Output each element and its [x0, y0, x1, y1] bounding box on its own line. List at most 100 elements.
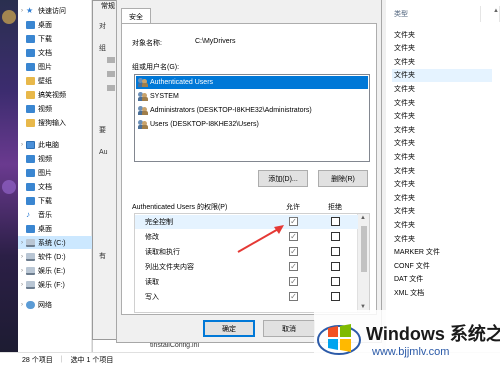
deny-column-header: 拒绝	[328, 204, 342, 211]
group-item-authenticated-users[interactable]: Authenticated Users	[136, 76, 368, 89]
sidebar-item-label: 搜狗输入	[38, 119, 66, 127]
sidebar-item[interactable]: 下载	[18, 32, 92, 45]
sidebar-item[interactable]: › 娱乐 (F:)	[18, 278, 92, 291]
sidebar-item[interactable]: 搜狗输入	[18, 116, 92, 129]
sidebar-item[interactable]: 视频	[18, 152, 92, 165]
sidebar-item[interactable]: › 此电脑	[18, 138, 92, 151]
chevron-right-icon[interactable]: ›	[18, 282, 26, 288]
column-header-extra[interactable]: ▲	[480, 6, 500, 22]
object-label-fragment: 对	[99, 23, 106, 30]
sidebar-item[interactable]: ♪ 音乐	[18, 208, 92, 221]
remove-button[interactable]: 删除(R)	[318, 170, 368, 187]
allow-checkbox[interactable]: ✓	[289, 247, 298, 256]
drive-icon	[26, 280, 35, 289]
file-type-cell[interactable]: 文件夹	[392, 191, 492, 204]
group-item-system[interactable]: SYSTEM	[136, 90, 368, 103]
permission-label: 读取	[145, 279, 159, 286]
deny-checkbox[interactable]	[331, 277, 340, 286]
chevron-right-icon[interactable]: ›	[18, 8, 26, 14]
file-type-cell[interactable]: CONF 文件	[392, 259, 492, 272]
file-type-cell[interactable]: 文件夹	[392, 150, 492, 163]
file-type-cell[interactable]: 文件夹	[392, 42, 492, 55]
chevron-right-icon[interactable]: ›	[18, 142, 26, 148]
sidebar-item[interactable]: 下载	[18, 194, 92, 207]
sidebar-item[interactable]: 图片	[18, 60, 92, 73]
file-type-cell[interactable]: 文件夹	[392, 55, 492, 68]
desktop-icon	[26, 20, 35, 29]
file-type-cell[interactable]: 文件夹	[392, 82, 492, 95]
sidebar-item[interactable]: 桌面	[18, 18, 92, 31]
cancel-button[interactable]: 取消	[263, 320, 315, 337]
watermark-title: Windows 系统之家	[366, 324, 500, 344]
tab-security-label: 安全	[129, 13, 143, 21]
allow-checkbox[interactable]: ✓	[289, 262, 298, 271]
chevron-right-icon[interactable]: ›	[18, 302, 26, 308]
deny-checkbox[interactable]	[331, 232, 340, 241]
permissions-scrollbar[interactable]: ▲ ▼	[357, 214, 369, 312]
scrollbar-thumb[interactable]	[361, 226, 367, 272]
allow-checkbox[interactable]: ✓	[289, 232, 298, 241]
download-icon	[26, 34, 35, 43]
group-item-users[interactable]: Users (DESKTOP-I8KHE32\Users)	[136, 118, 368, 131]
sidebar-item[interactable]: 视频	[18, 102, 92, 115]
sidebar-item[interactable]: › 系统 (C:)	[18, 236, 92, 249]
watermark-logo: Windows 系统之家 www.bjjmlv.com	[314, 310, 500, 366]
allow-checkbox[interactable]: ✓	[289, 217, 298, 226]
sidebar-item[interactable]: 文档	[18, 46, 92, 59]
music-icon: ♪	[26, 209, 30, 219]
sidebar-item[interactable]: 图片	[18, 166, 92, 179]
file-type-cell[interactable]: 文件夹	[392, 164, 492, 177]
scroll-up-icon[interactable]: ▲	[360, 215, 366, 221]
deny-checkbox[interactable]	[331, 247, 340, 256]
file-type-cell[interactable]: 文件夹	[392, 178, 492, 191]
deny-checkbox[interactable]	[331, 217, 340, 226]
sidebar-item[interactable]: › 娱乐 (E:)	[18, 264, 92, 277]
annotation-arrow-icon	[237, 225, 284, 253]
document-icon	[26, 48, 35, 57]
chevron-right-icon[interactable]: ›	[18, 268, 26, 274]
group-user-list[interactable]: Authenticated Users SYSTEM Administrator…	[134, 74, 370, 162]
file-type-cell[interactable]: 文件夹	[392, 218, 492, 231]
watermark-url: www.bjjmlv.com	[372, 346, 450, 358]
sidebar-item-label: 娱乐 (F:)	[38, 281, 65, 289]
folder-icon	[26, 118, 35, 127]
sidebar-item[interactable]: 壁纸	[18, 74, 92, 87]
file-type-cell[interactable]: 文件夹	[392, 28, 492, 41]
sidebar-item[interactable]: 搞笑视频	[18, 88, 92, 101]
file-type-cell[interactable]: 文件夹	[392, 232, 492, 245]
file-type-cell[interactable]: 文件夹	[392, 205, 492, 218]
deny-checkbox[interactable]	[331, 262, 340, 271]
chevron-up-icon: ▲	[493, 8, 499, 14]
sidebar-item[interactable]: › 软件 (D:)	[18, 250, 92, 263]
file-type-cell[interactable]: XML 文档	[392, 286, 492, 299]
file-type-cell[interactable]: 文件夹	[392, 96, 492, 109]
tab-general[interactable]: 常规	[101, 1, 115, 11]
allow-checkbox[interactable]: ✓	[289, 292, 298, 301]
sidebar-item-label: 系统 (C:)	[38, 239, 66, 247]
wallpaper-decoration	[2, 180, 16, 194]
sidebar-item-label: 网络	[38, 301, 52, 309]
chevron-right-icon[interactable]: ›	[18, 240, 26, 246]
file-type-cell[interactable]: 文件夹	[392, 110, 492, 123]
tab-security[interactable]: 安全	[121, 8, 151, 24]
file-type-cell[interactable]: 文件夹	[392, 68, 492, 82]
sidebar-item-label: 此电脑	[38, 141, 59, 149]
file-type-cell[interactable]: 文件夹	[392, 123, 492, 136]
sidebar-item[interactable]: › ★ 快速访问	[18, 4, 92, 17]
allow-checkbox[interactable]: ✓	[289, 277, 298, 286]
sidebar-item[interactable]: 桌面	[18, 222, 92, 235]
sidebar-item-label: 音乐	[38, 211, 52, 219]
video-icon	[26, 154, 35, 163]
sidebar-item[interactable]: › 网络	[18, 298, 92, 311]
permission-row: 读取	[135, 275, 358, 289]
ok-button[interactable]: 确定	[203, 320, 255, 337]
file-type-cell[interactable]: MARKER 文件	[392, 246, 492, 259]
sidebar-item[interactable]: 文档	[18, 180, 92, 193]
chevron-right-icon[interactable]: ›	[18, 254, 26, 260]
file-type-cell[interactable]: 文件夹	[392, 137, 492, 150]
add-button[interactable]: 添加(D)...	[258, 170, 308, 187]
deny-checkbox[interactable]	[331, 292, 340, 301]
group-item-administrators[interactable]: Administrators (DESKTOP-I8KHE32\Administ…	[136, 104, 368, 117]
download-icon	[26, 196, 35, 205]
file-type-cell[interactable]: DAT 文件	[392, 273, 492, 286]
